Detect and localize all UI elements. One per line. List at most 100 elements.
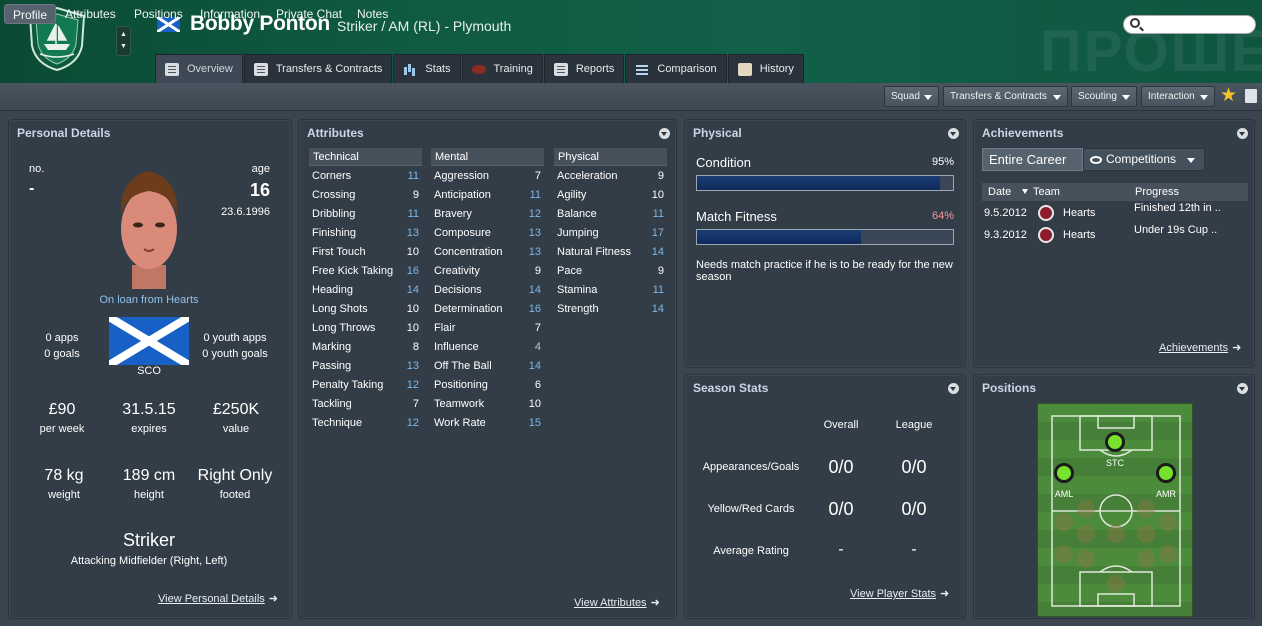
achievements-link[interactable]: Achievements ➜ xyxy=(1159,341,1241,354)
star-icon[interactable]: ★ xyxy=(1220,86,1237,106)
subtab-private-chat[interactable]: Private Chat xyxy=(276,4,342,24)
panel-title: Positions xyxy=(982,381,1037,395)
attribute-row: Concentration 13 xyxy=(431,242,544,261)
position-amr-marker[interactable] xyxy=(1156,463,1176,483)
attribute-name: Agility xyxy=(557,188,587,201)
transfers-contracts-dropdown[interactable]: Transfers & Contracts xyxy=(943,86,1068,107)
attribute-value: 13 xyxy=(528,226,541,239)
career-filter-button[interactable]: Entire Career xyxy=(982,148,1083,171)
subtab-notes[interactable]: Notes xyxy=(357,4,388,24)
attribute-row: Positioning 6 xyxy=(431,375,544,394)
attribute-value: 12 xyxy=(406,378,419,391)
attribute-value: 12 xyxy=(528,207,541,220)
attribute-name: Concentration xyxy=(434,245,503,258)
player-navigation-arrows[interactable]: ▲ ▼ xyxy=(116,26,131,56)
attribute-value: 6 xyxy=(534,378,541,391)
scouting-dropdown[interactable]: Scouting xyxy=(1071,86,1137,107)
player-face-avatar xyxy=(120,171,178,289)
achievements-table-header: Date Team Progress xyxy=(982,183,1248,201)
loan-status: On loan from Hearts xyxy=(99,294,199,306)
progress-column-header[interactable]: Progress xyxy=(1135,183,1179,201)
attribute-name: Determination xyxy=(434,302,503,315)
appearances-goals-overall: 0/0 xyxy=(828,457,854,477)
tab-overview[interactable]: Overview xyxy=(155,54,243,83)
physical-attributes: Physical Acceleration 9 Agility 10 Balance 11… xyxy=(554,148,667,318)
team-column-header[interactable]: Team xyxy=(1033,183,1060,201)
tab-stats[interactable]: Stats xyxy=(393,54,461,83)
subtab-positions[interactable]: Positions xyxy=(134,4,183,24)
view-personal-details-link[interactable]: View Personal Details ➜ xyxy=(158,592,278,605)
tab-reports[interactable]: Reports xyxy=(543,54,625,83)
attribute-value: 11 xyxy=(652,207,664,220)
search-icon xyxy=(1130,18,1140,28)
attribute-value: 10 xyxy=(528,397,541,410)
attribute-value: 8 xyxy=(412,340,419,353)
panel-menu-icon[interactable] xyxy=(1237,383,1248,394)
achievement-team: Hearts xyxy=(1063,229,1096,241)
competitions-dropdown[interactable]: Competitions xyxy=(1083,148,1205,171)
down-arrow-icon[interactable]: ▼ xyxy=(120,41,127,53)
up-arrow-icon[interactable]: ▲ xyxy=(120,29,127,41)
tab-label: History xyxy=(759,63,794,75)
table-row[interactable]: 9.5.2012 Hearts Finished 12th in .. xyxy=(982,202,1248,224)
link-label: View Player Stats xyxy=(850,588,937,600)
tab-comparison[interactable]: Comparison xyxy=(625,54,727,83)
youth-apps-count: 0 youth apps xyxy=(203,332,267,344)
panel-title: Season Stats xyxy=(693,381,769,395)
attribute-value: 7 xyxy=(412,397,419,410)
tab-label: Training xyxy=(493,63,533,75)
squad-dropdown[interactable]: Squad xyxy=(884,86,939,107)
attribute-value: 14 xyxy=(651,245,664,258)
dropdown-label: Scouting xyxy=(1078,91,1117,102)
tab-training[interactable]: Training xyxy=(461,54,543,83)
attribute-row: Aggression 7 xyxy=(431,166,544,185)
attribute-row: Influence 4 xyxy=(431,337,544,356)
attribute-name: Penalty Taking xyxy=(312,378,384,391)
interaction-dropdown[interactable]: Interaction xyxy=(1141,86,1215,107)
view-player-stats-link[interactable]: View Player Stats ➜ xyxy=(850,587,949,600)
subtab-profile[interactable]: Profile xyxy=(4,4,57,24)
subtab-information[interactable]: Information xyxy=(200,4,260,24)
view-attributes-link[interactable]: View Attributes ➜ xyxy=(574,596,660,609)
wage-label: per week xyxy=(39,423,85,435)
fitness-note: Needs match practice if he is to be read… xyxy=(696,259,953,283)
attribute-row: Creativity 9 xyxy=(431,261,544,280)
age-value: 16 xyxy=(249,180,270,200)
search-input[interactable] xyxy=(1123,15,1256,34)
document-icon xyxy=(553,62,568,76)
appearances-goals-label: Appearances/Goals xyxy=(702,461,800,473)
tab-transfers-contracts[interactable]: Transfers & Contracts xyxy=(243,54,393,83)
attribute-row: Stamina 11 xyxy=(554,280,667,299)
attribute-value: 7 xyxy=(534,321,541,334)
nationality-code: SCO xyxy=(137,365,161,377)
card-icon xyxy=(165,62,179,76)
match-fitness-bar-fill xyxy=(697,230,861,244)
attribute-name: Crossing xyxy=(312,188,356,201)
tab-history[interactable]: History xyxy=(727,54,804,83)
attribute-value: 16 xyxy=(406,264,419,277)
position-dot xyxy=(1077,525,1095,543)
mental-attributes: Mental Aggression 7 Anticipation 11 Bravery 1… xyxy=(431,148,544,432)
value-label: value xyxy=(222,423,250,435)
notes-icon[interactable] xyxy=(1245,89,1257,103)
match-fitness-bar xyxy=(696,229,954,245)
date-column-header[interactable]: Date xyxy=(988,183,1011,201)
position-stc-marker[interactable] xyxy=(1105,432,1125,452)
attribute-value: 11 xyxy=(407,169,419,182)
arrow-right-icon: ➜ xyxy=(650,597,660,609)
wage-value: £90 xyxy=(48,401,76,418)
positions-pitch: STC AML AMR xyxy=(1037,403,1193,617)
panel-menu-icon[interactable] xyxy=(948,383,959,394)
attribute-name: Long Throws xyxy=(312,321,376,334)
cards-label: Yellow/Red Cards xyxy=(707,503,795,515)
attribute-name: Influence xyxy=(434,340,479,353)
panel-menu-icon[interactable] xyxy=(948,128,959,139)
attribute-value: 10 xyxy=(406,302,419,315)
panel-menu-icon[interactable] xyxy=(1237,128,1248,139)
average-rating-overall: - xyxy=(838,541,844,558)
position-aml-marker[interactable] xyxy=(1054,463,1074,483)
attribute-row: Strength 14 xyxy=(554,299,667,318)
table-row[interactable]: 9.3.2012 Hearts Under 19s Cup .. xyxy=(982,224,1248,246)
subtab-attributes[interactable]: Attributes xyxy=(65,4,116,24)
panel-menu-icon[interactable] xyxy=(659,128,670,139)
